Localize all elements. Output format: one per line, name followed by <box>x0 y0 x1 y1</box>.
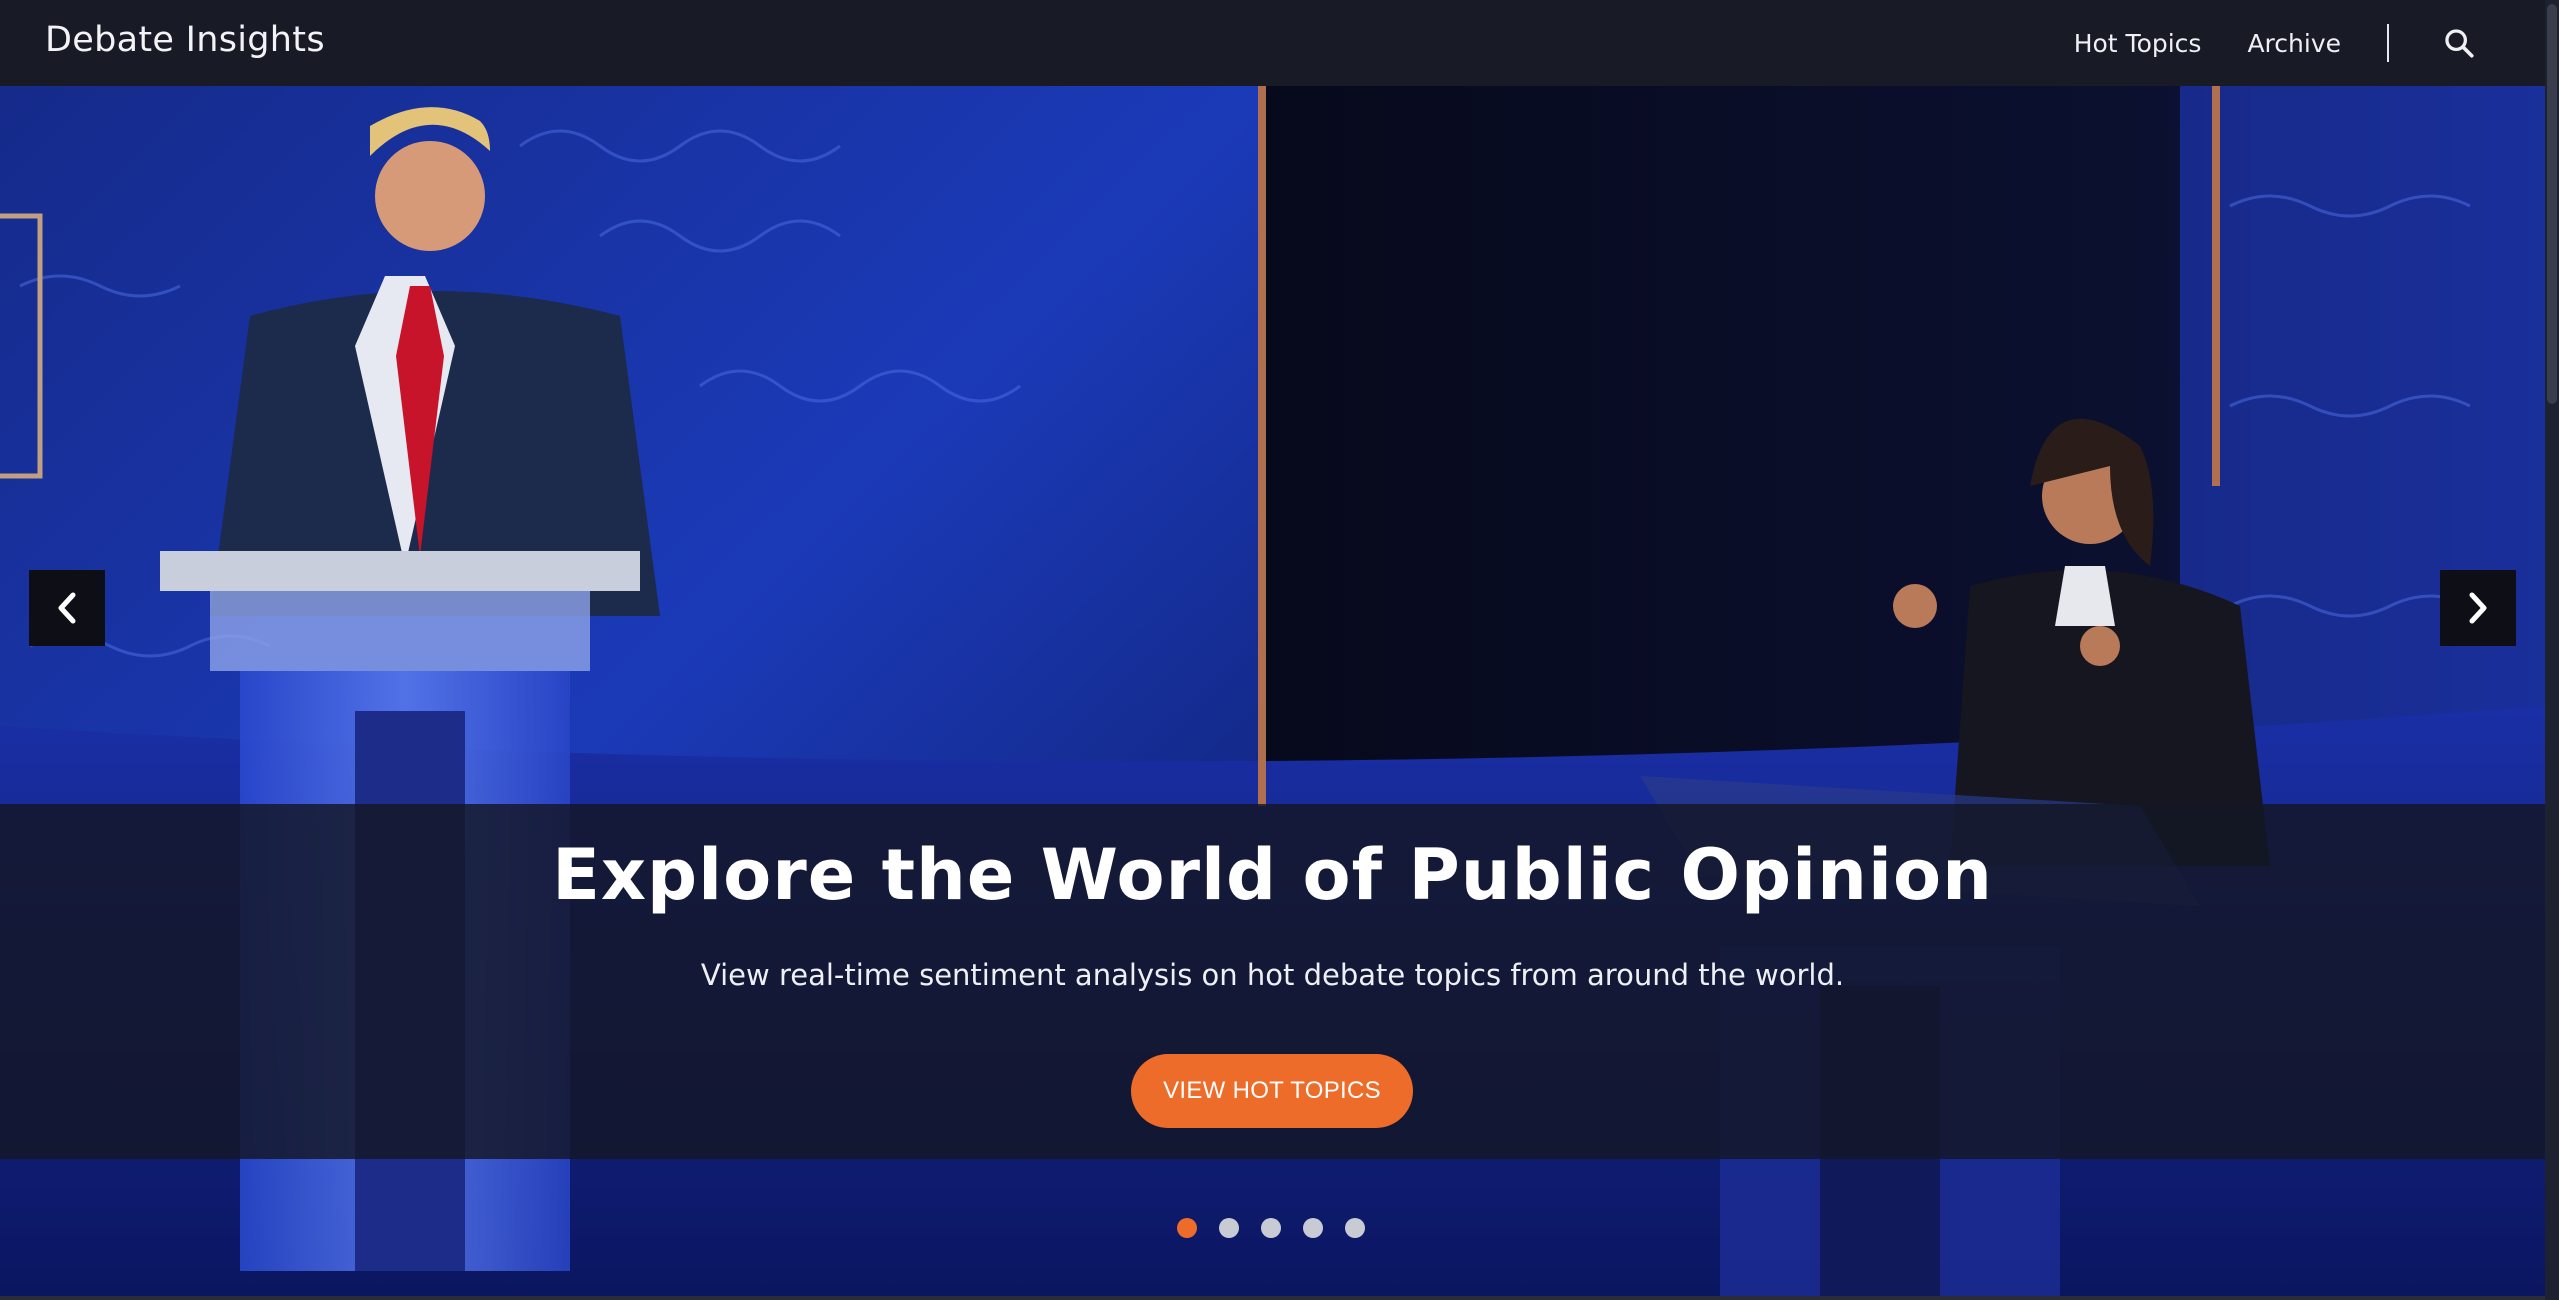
hero-carousel: Explore the World of Public Opinion View… <box>0 86 2545 1300</box>
hero-title: Explore the World of Public Opinion <box>552 834 1993 916</box>
nav-divider <box>2387 24 2389 62</box>
search-icon <box>2445 29 2474 58</box>
carousel-prev-button[interactable] <box>29 570 105 646</box>
nav-archive[interactable]: Archive <box>2247 29 2341 58</box>
hero-subtitle: View real-time sentiment analysis on hot… <box>700 958 1845 992</box>
carousel-next-button[interactable] <box>2440 570 2516 646</box>
chevron-right-icon <box>2469 592 2487 624</box>
carousel-dot-5[interactable] <box>1345 1218 1365 1238</box>
search-button[interactable] <box>2437 21 2481 65</box>
chevron-left-icon <box>58 592 76 624</box>
nav-hot-topics[interactable]: Hot Topics <box>2074 29 2202 58</box>
carousel-dot-4[interactable] <box>1303 1218 1323 1238</box>
carousel-indicators <box>1177 1218 1387 1238</box>
main-nav: Hot Topics Archive <box>2074 0 2545 86</box>
brand-logo[interactable]: Debate Insights <box>45 20 325 60</box>
page-bottom-edge <box>0 1296 2545 1300</box>
scrollbar-thumb[interactable] <box>2547 4 2557 404</box>
top-navbar: Debate Insights Hot Topics Archive <box>0 0 2545 86</box>
view-hot-topics-button[interactable]: VIEW HOT TOPICS <box>1131 1054 1413 1128</box>
carousel-dot-2[interactable] <box>1219 1218 1239 1238</box>
carousel-dot-3[interactable] <box>1261 1218 1281 1238</box>
carousel-dot-1[interactable] <box>1177 1218 1197 1238</box>
